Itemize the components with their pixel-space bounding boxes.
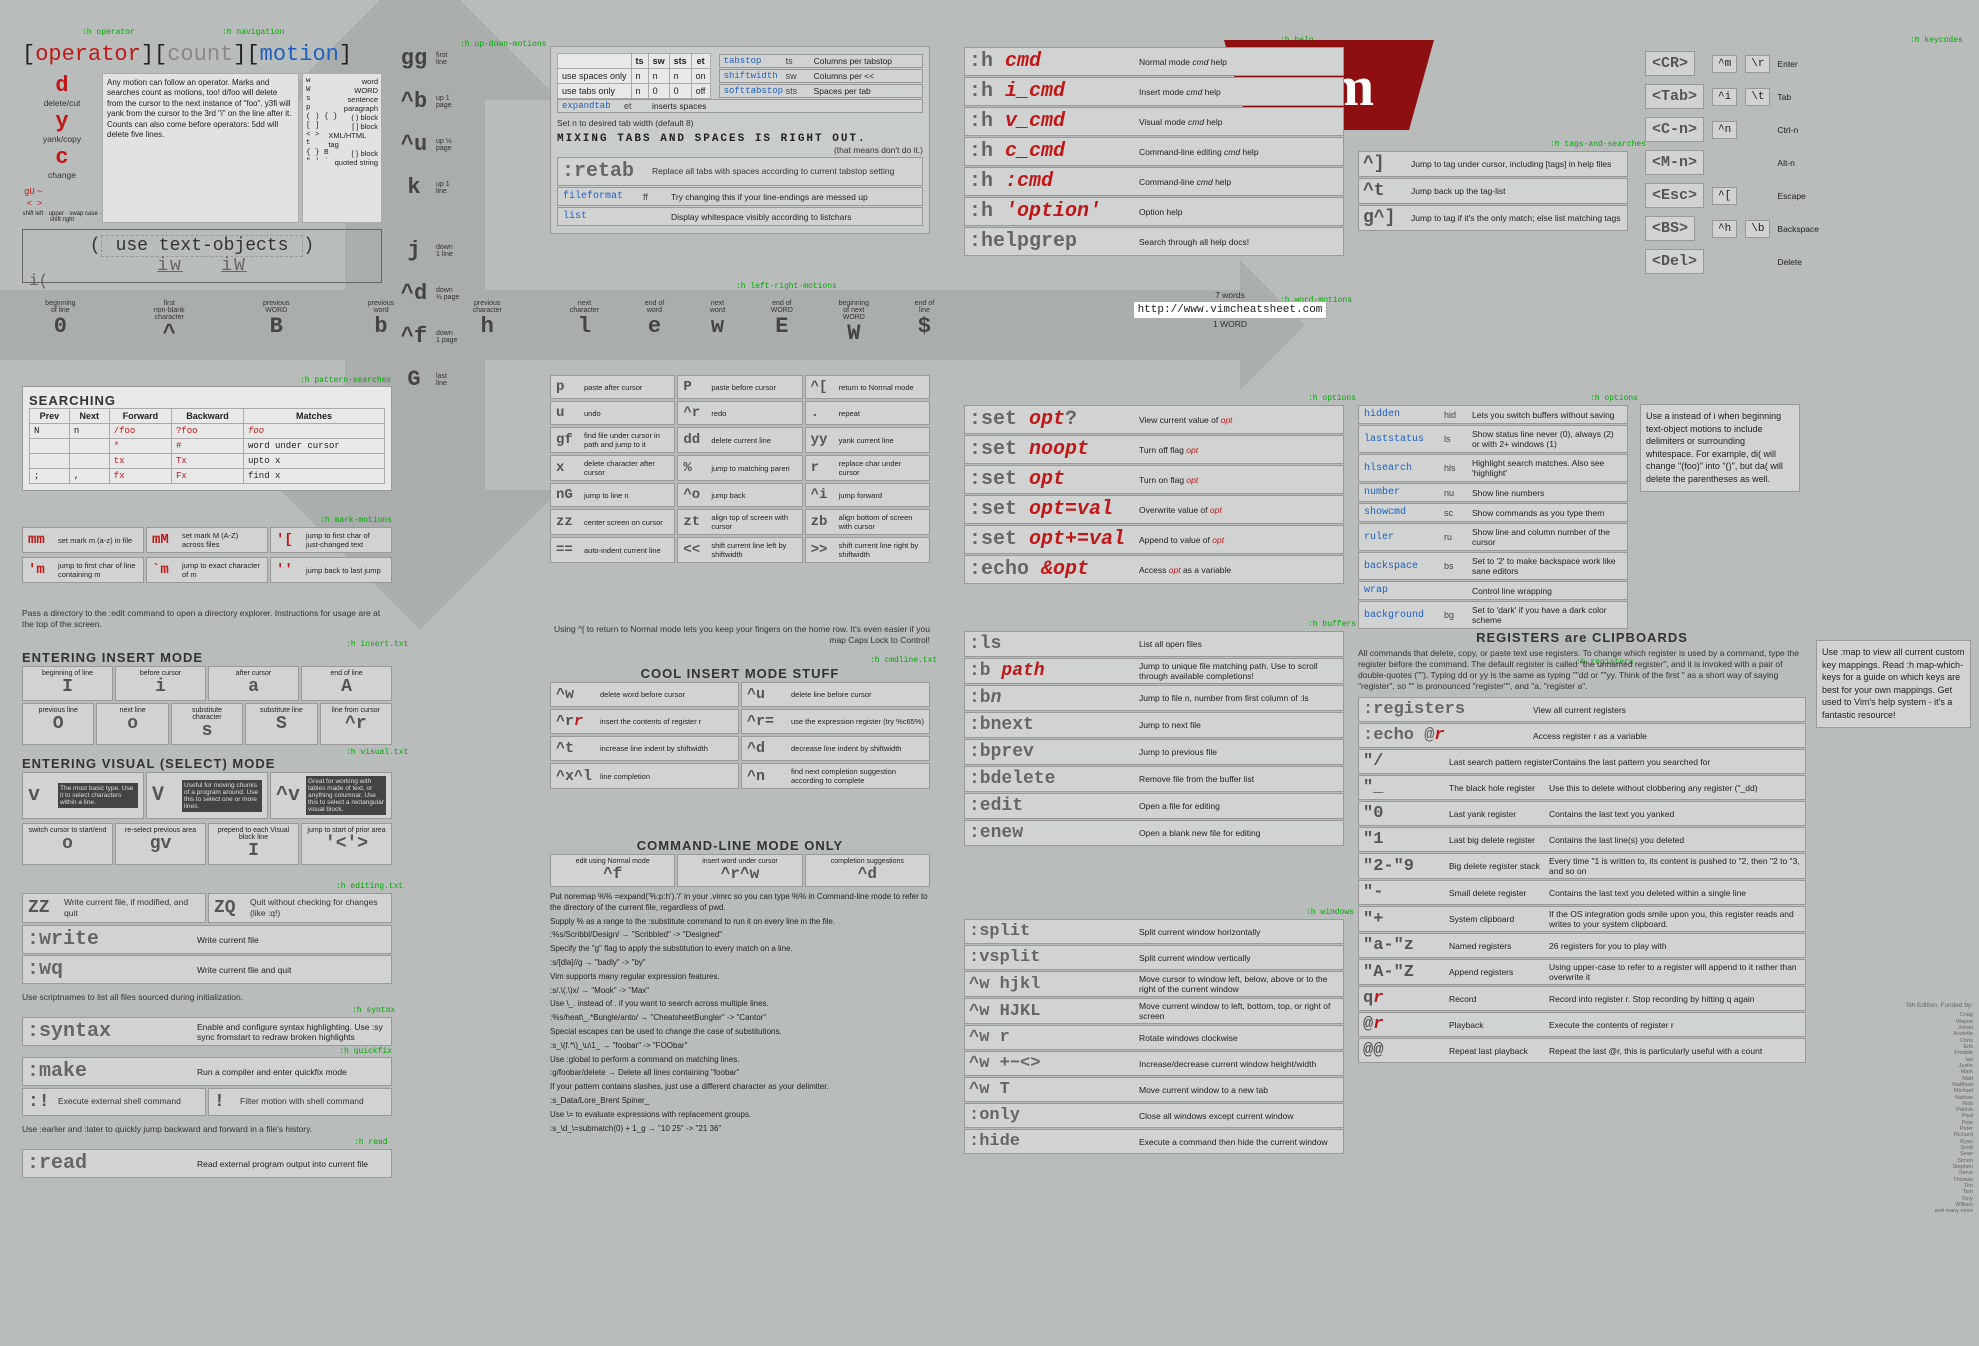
options-panel: hiddenhidLets you switch buffers without… <box>1358 404 1628 630</box>
syntax-panel: :syntaxEnable and configure syntax highl… <box>22 1016 392 1117</box>
op-c: c <box>22 145 102 170</box>
insert-panel: ENTERING INSERT MODE beginning of lineIb… <box>22 650 392 746</box>
nav-updown: ggfirst line^bup 1 page^uup ½ pagekup 1 … <box>392 46 459 410</box>
count-label: count <box>167 42 233 67</box>
h-navigation: :h navigation <box>222 28 284 37</box>
h-operator: :h operator <box>82 28 135 37</box>
keycodes-panel: <CR>^m\rEnter<Tab>^i\tTab<C-n>^nCtrl-n<M… <box>1640 46 1970 279</box>
edit-note: Pass a directory to the :edit command to… <box>22 608 392 630</box>
help-panel: :h cmdNormal mode cmd help:h i_cmdInsert… <box>964 46 1344 257</box>
words-demo: 7 words http://www.vimcheatsheet.com 1 W… <box>1090 290 1370 330</box>
cool-insert-panel: COOL INSERT MODE STUFF ^wdelete word bef… <box>550 666 930 790</box>
set-panel: :set opt?View current value of opt:set n… <box>964 404 1344 585</box>
marks-panel: mmset mark m (a-z) in filemMset mark M (… <box>22 526 392 584</box>
operator-explain: Any motion can follow an operator. Marks… <box>102 73 299 223</box>
tabs-panel: tsswstsetuse spaces onlynnnonuse tabs on… <box>550 46 930 234</box>
map-note: Use :map to view all current custom key … <box>1816 640 1971 728</box>
text-object-list: wwordWWORDssentencepparagraph( ) { }( ) … <box>302 73 382 223</box>
credits: 5th Edition. Funded by: CraigWayneJohanA… <box>1906 1002 1973 1214</box>
writing-panel: ZZWrite current file, if modified, and q… <box>22 892 392 985</box>
normal-grid: ppaste after cursorPpaste before cursor^… <box>550 374 930 564</box>
operator-label: operator <box>35 42 141 67</box>
searching-panel: SEARCHING PrevNextForwardBackwardMatches… <box>22 386 392 491</box>
visual-panel: ENTERING VISUAL (SELECT) MODE vThe most … <box>22 756 392 866</box>
operator-panel: :h operator :h navigation [operator][cou… <box>22 42 382 283</box>
text-object-note: Use a instead of i when beginning text-o… <box>1640 404 1800 492</box>
op-d: d <box>22 73 102 98</box>
nav-lr-right: next characterlend of wordenext wordwend… <box>547 300 957 346</box>
nav-lr-left: beginning of line0first non-blank charac… <box>6 300 541 346</box>
motion-label: motion <box>260 42 339 67</box>
op-y: y <box>22 109 102 134</box>
tags-panel: ^]Jump to tag under cursor, including [t… <box>1358 150 1628 232</box>
registers-panel: REGISTERS are CLIPBOARDS All commands th… <box>1358 630 1806 1064</box>
cmdline-panel: COMMAND-LINE MODE ONLY edit using Normal… <box>550 838 930 1134</box>
windows-panel: :splitSplit current window horizontally:… <box>964 918 1344 1155</box>
read-panel: :readRead external program output into c… <box>22 1148 392 1179</box>
buffers-panel: :lsList all open files:b pathJump to uni… <box>964 630 1344 847</box>
